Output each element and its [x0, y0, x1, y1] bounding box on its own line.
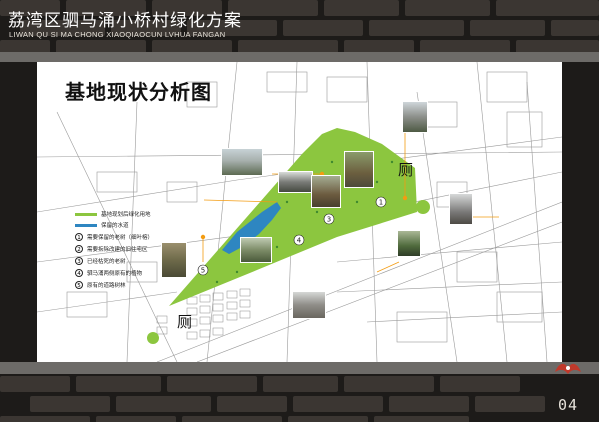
- legend-item: 2 需要拆除改建的旧住宅区: [75, 245, 148, 253]
- page-subtitle: LIWAN QU SI MA CHONG XIAOQIAOCUN LVHUA F…: [9, 30, 226, 39]
- legend-number-badge: 4: [75, 269, 83, 277]
- legend-item: 3 已经枯死的老树: [75, 257, 126, 265]
- svg-text:4: 4: [297, 237, 302, 245]
- footer-brick-band: [0, 364, 599, 422]
- legend-number-badge: 5: [75, 281, 83, 289]
- legend-item: 4 驷马涌两侧原有的植物: [75, 269, 142, 277]
- svg-text:3: 3: [327, 216, 331, 224]
- site-photo: [344, 151, 374, 188]
- site-photo: [240, 237, 272, 263]
- legend-item: 保留的水道: [75, 221, 129, 229]
- legend-item: 5 原有的道路树林: [75, 281, 126, 289]
- site-photo: [397, 230, 421, 257]
- page-title: 荔湾区驷马涌小桥村绿化方案: [8, 11, 242, 31]
- site-photo: [278, 171, 313, 193]
- site-photo: [449, 193, 473, 225]
- legend-item: 基地现划后绿化用地: [75, 210, 151, 218]
- site-photo: [402, 101, 428, 133]
- svg-text:1: 1: [379, 199, 383, 207]
- site-photo: [221, 148, 263, 176]
- site-analysis-map: 1 3 4 2 5 基地现状分析图 厕 厕 基地现划后绿化用地 保留的水道 1 …: [37, 62, 562, 362]
- legend-number-badge: 1: [75, 233, 83, 241]
- map-title: 基地现状分析图: [65, 80, 212, 104]
- green-node: [416, 200, 430, 214]
- legend-number-badge: 2: [75, 245, 83, 253]
- legend-number-badge: 3: [75, 257, 83, 265]
- toilet-label: 厕: [177, 313, 193, 331]
- site-photo: [311, 175, 341, 208]
- legend-item: 1 需要保留的老树（细叶榕）: [75, 233, 153, 241]
- site-photo: [292, 291, 326, 319]
- green-node: [147, 332, 159, 344]
- top-divider-band: [0, 52, 599, 62]
- legend-swatch-blue: [75, 223, 97, 227]
- page-number: 04: [558, 396, 579, 414]
- svg-text:5: 5: [201, 267, 205, 275]
- legend-swatch-green: [75, 212, 97, 216]
- logo-icon: [555, 363, 581, 374]
- site-photo: [161, 242, 187, 278]
- toilet-label: 厕: [398, 161, 414, 179]
